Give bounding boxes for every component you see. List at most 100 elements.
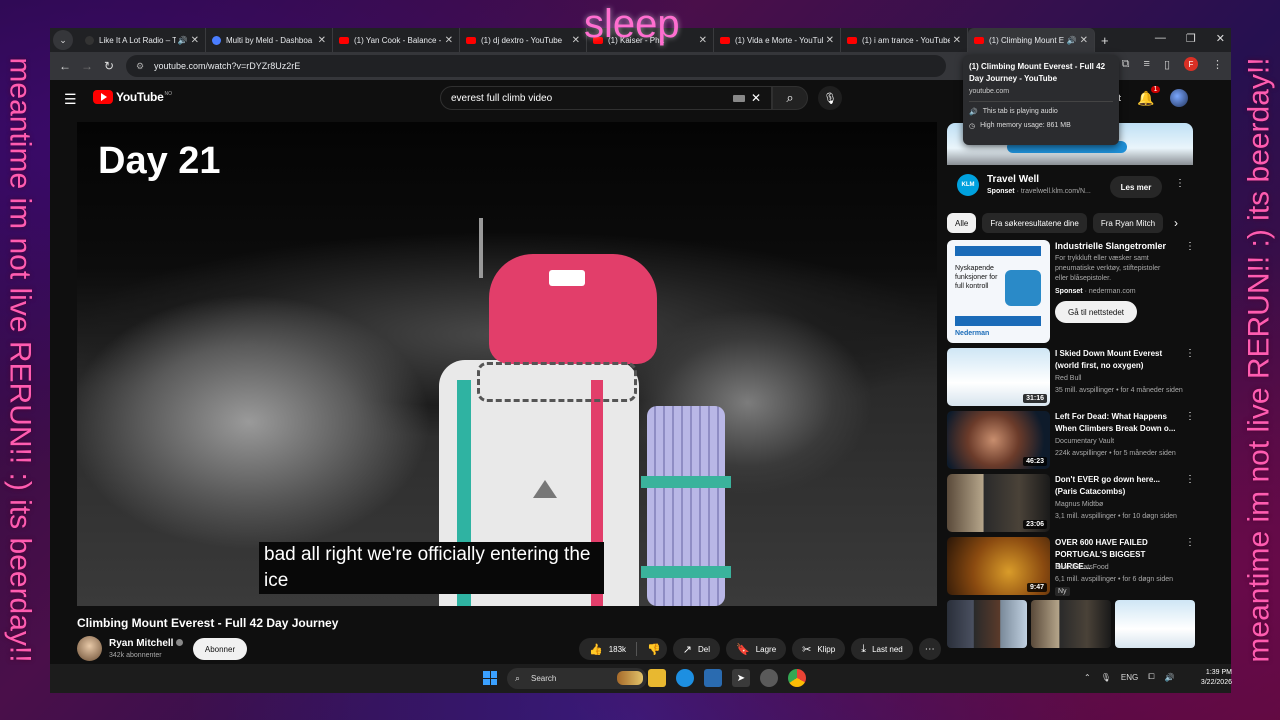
speaker-icon[interactable]: 🔊 [1067,36,1077,45]
video-thumbnail[interactable]: 23:06 [947,474,1050,532]
store-icon[interactable] [704,669,722,687]
start-icon[interactable] [483,671,497,685]
recommended-video[interactable]: 31:16 I Skied Down Mount Everest (world f… [947,348,1195,408]
channel-name[interactable]: Ryan Mitchell [109,638,184,649]
profile-avatar[interactable]: F [1184,57,1198,71]
recommended-video[interactable]: 23:06 Don't EVER go down here... (Paris C… [947,474,1195,534]
recommended-video[interactable]: 46:23 Left For Dead: What Happens When Cl… [947,411,1195,471]
reload-icon[interactable]: ↻ [98,59,120,73]
close-window-icon[interactable]: ✕ [1216,32,1225,45]
browser-tab[interactable]: Like It A Lot Radio – T 🔊 ✕ [79,28,206,52]
rec-menu-icon[interactable]: ⋮ [1185,348,1195,359]
keyboard-icon[interactable] [732,94,745,102]
tab-search-button[interactable]: ⌄ [53,30,73,50]
visit-site-button[interactable]: Gå til nettstedet [1055,301,1137,323]
site-info-icon[interactable]: ⚙ [136,61,148,72]
menu-icon[interactable]: ⋮ [1212,58,1223,71]
obs-icon[interactable] [760,669,778,687]
hamburger-icon[interactable]: ☰ [64,91,77,108]
youtube-logo[interactable]: YouTube NO [93,90,172,104]
ad-thumbnail[interactable]: Nyskapende funksjoner for full kontroll … [947,240,1050,343]
close-tab-icon[interactable]: ✕ [572,35,580,46]
new-tab-button[interactable]: + [1101,33,1109,48]
rec-menu-icon[interactable]: ⋮ [1185,474,1195,485]
download-button[interactable]: ⤓ Last ned [851,638,913,660]
app-icon[interactable]: ➤ [732,669,750,687]
ad-menu-icon[interactable]: ⋮ [1175,178,1185,189]
language-indicator[interactable]: ENG [1121,673,1138,682]
ad-title[interactable]: Travel Well [987,174,1039,185]
close-tab-icon[interactable]: ✕ [699,35,707,46]
rec-menu-icon[interactable]: ⋮ [1185,537,1195,548]
video-thumbnail[interactable]: 9:47 [947,537,1050,595]
rec-channel[interactable]: Documentary Vault [1055,438,1114,445]
chip-from-channel[interactable]: Fra Ryan Mitch [1092,213,1164,233]
channel-avatar[interactable] [77,636,102,661]
speaker-icon[interactable]: 🔊 [178,36,188,45]
taskbar-clock[interactable]: 1:39 PM 3/22/2026 [1196,668,1232,688]
video-thumbnail[interactable] [1031,600,1111,648]
thumbs-down-icon[interactable]: 👎 [647,643,661,656]
ad2-title[interactable]: Industrielle Slangetromler [1055,241,1166,251]
close-tab-icon[interactable]: ✕ [191,35,199,46]
browser-tab[interactable]: (1) Climbing Mount E 🔊 ✕ [968,28,1095,52]
edge-icon[interactable] [676,669,694,687]
rec-channel[interactable]: BeardMeatsFood [1055,564,1109,571]
video-player[interactable]: Day 21 bad all right we're officially en… [77,122,937,606]
rec-title[interactable]: Left For Dead: What Happens When Climber… [1055,411,1177,435]
back-icon[interactable]: ← [54,59,76,73]
account-avatar[interactable] [1170,89,1189,107]
rec-channel[interactable]: Magnus Midtbø [1055,501,1103,508]
clear-search-icon[interactable]: ✕ [751,91,761,105]
mic-tray-icon[interactable]: 🎙 [1101,673,1111,682]
browser-tab[interactable]: (1) i am trance - YouTube ✕ [841,28,968,52]
forward-icon[interactable]: → [76,59,98,73]
rec-title[interactable]: I Skied Down Mount Everest (world first,… [1055,348,1177,372]
save-button[interactable]: 🔖 Lagre [726,638,787,660]
chevron-right-icon[interactable]: › [1174,216,1178,230]
browser-tab[interactable]: (1) Vida e Morte - YouTub ✕ [714,28,841,52]
chip-from-search[interactable]: Fra søkeresultatene dine [982,213,1087,233]
chrome-icon[interactable] [788,669,806,687]
taskbar-search[interactable]: ⌕ Search [507,668,647,689]
notifications-button[interactable]: 🔔 1 [1137,85,1161,107]
video-thumbnail[interactable]: 31:16 [947,348,1050,406]
rec-channel[interactable]: Red Bull [1055,375,1081,382]
search-input[interactable]: everest full climb video ✕ [440,86,772,110]
close-tab-icon[interactable]: ✕ [953,35,961,46]
extensions-icon[interactable]: ⧉ [1122,58,1130,71]
url-bar[interactable]: ⚙ youtube.com/watch?v=rDYZr8Uz2rE [126,55,946,77]
more-actions-button[interactable]: ⋯ [918,638,941,660]
like-button[interactable]: 👍 183k 👎 [579,638,667,660]
close-tab-icon[interactable]: ✕ [1080,35,1088,46]
search-button[interactable]: ⌕ [772,86,808,110]
advertiser-logo[interactable]: KLM [957,174,979,196]
sidebar-icon[interactable]: ▯ [1164,58,1170,71]
chip-all[interactable]: Alle [947,213,977,233]
video-thumbnail[interactable] [947,600,1027,648]
rec-menu-icon[interactable]: ⋮ [1185,411,1195,422]
close-tab-icon[interactable]: ✕ [826,35,834,46]
subscribe-button[interactable]: Abonner [193,638,247,660]
close-tab-icon[interactable]: ✕ [445,35,453,46]
share-button[interactable]: ↗ Del [672,638,720,660]
rec-title[interactable]: Don't EVER go down here... (Paris Cataco… [1055,474,1177,498]
file-explorer-icon[interactable] [648,669,666,687]
maximize-icon[interactable]: ❐ [1186,32,1196,45]
minimize-icon[interactable]: — [1155,32,1166,45]
video-thumbnail[interactable] [1115,600,1195,648]
ad2-menu-icon[interactable]: ⋮ [1185,241,1195,252]
network-icon[interactable]: ⧠ [1148,672,1154,682]
chevron-up-icon[interactable]: ⌃ [1084,673,1091,682]
video-thumbnail[interactable]: 46:23 [947,411,1050,469]
voice-search-button[interactable]: 🎙 [818,86,842,110]
browser-tab[interactable]: (1) Yan Cook - Balance - Y ✕ [333,28,460,52]
clip-button[interactable]: ✂ Klipp [792,638,846,660]
recommended-video[interactable]: 9:47 OVER 600 HAVE FAILED PORTUGAL'S BIGG… [947,537,1195,597]
browser-tab[interactable]: (1) dj dextro - YouTube ✕ [460,28,587,52]
playlist-icon[interactable]: ≡ [1144,58,1150,70]
browser-tab[interactable]: Multi by Meld - Dashboa ✕ [206,28,333,52]
close-tab-icon[interactable]: ✕ [318,35,326,46]
learn-more-button[interactable]: Les mer [1110,176,1162,198]
volume-icon[interactable]: 🔊 [1165,673,1175,682]
